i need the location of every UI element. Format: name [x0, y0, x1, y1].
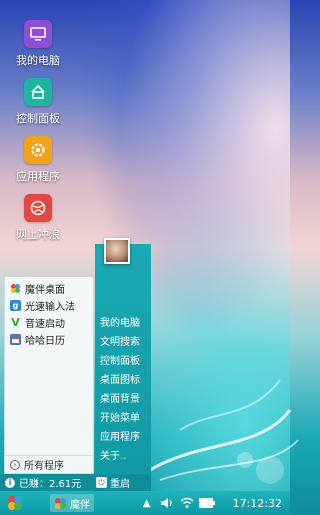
taskbar-item-moban[interactable]: 魔伴 — [50, 494, 94, 512]
arrow-right-icon: › — [10, 459, 20, 470]
battery-icon[interactable] — [197, 491, 217, 515]
v-check-icon: V — [11, 316, 20, 329]
start-logo-icon — [8, 496, 22, 510]
control-panel-icon — [24, 78, 52, 106]
calendar-icon — [10, 334, 21, 345]
g-input-icon: g — [10, 300, 21, 311]
desktop-icon-my-computer[interactable]: 我的电脑 — [8, 20, 68, 68]
start-menu-footer: i 已赚：2.61元 ⏻ 重启 — [0, 474, 151, 491]
desktop-icon-control-panel[interactable]: 控制面板 — [8, 78, 68, 126]
earnings[interactable]: i 已赚：2.61元 — [0, 475, 96, 490]
globe-icon — [24, 194, 52, 222]
app-label: 光速输入法 — [25, 302, 75, 313]
info-icon: i — [5, 477, 15, 488]
pinwheel-icon — [55, 497, 66, 509]
list-item-input-method[interactable]: g 光速输入法 — [5, 297, 93, 314]
quick-links: 我的电脑 文明搜索 控制面板 桌面图标 桌面背景 开始菜单 应用程序 关于.. — [100, 314, 140, 466]
restart-button[interactable]: ⏻ 重启 — [96, 475, 130, 490]
earnings-label: 已赚：2.61元 — [19, 479, 82, 490]
list-item-mobanzhuomian[interactable]: 魔伴桌面 — [5, 280, 93, 297]
start-menu: 我的电脑 文明搜索 控制面板 桌面图标 桌面背景 开始菜单 应用程序 关于.. … — [0, 238, 151, 491]
wallpaper-swirl — [149, 379, 299, 484]
quick-link-my-computer[interactable]: 我的电脑 — [100, 314, 140, 333]
desktop-icon-applications[interactable]: 应用程序 — [8, 136, 68, 184]
power-icon: ⏻ — [96, 477, 107, 488]
app-label: 哈哈日历 — [25, 336, 65, 347]
volume-icon[interactable] — [157, 491, 177, 515]
app-label: 音速启动 — [25, 319, 65, 330]
system-tray: ▲ 17:12:32 — [137, 491, 290, 515]
list-item-calendar[interactable]: 哈哈日历 — [5, 331, 93, 348]
desktop-icon-label: 控制面板 — [16, 112, 60, 125]
desktop-icon-label: 我的电脑 — [16, 54, 60, 67]
quick-link-desktop-background[interactable]: 桌面背景 — [100, 390, 140, 409]
taskbar-item-label: 魔伴 — [70, 499, 90, 511]
all-programs-button[interactable]: › 所有程序 — [5, 455, 93, 473]
quick-link-start-menu[interactable]: 开始菜单 — [100, 409, 140, 428]
clock[interactable]: 17:12:32 — [217, 497, 290, 510]
pinwheel-icon — [10, 283, 21, 294]
gear-icon — [24, 136, 52, 164]
desktop-icon-label: 网上冲浪 — [16, 228, 60, 241]
wifi-icon[interactable] — [177, 491, 197, 515]
start-menu-right-panel: 我的电脑 文明搜索 控制面板 桌面图标 桌面背景 开始菜单 应用程序 关于.. — [95, 238, 151, 474]
quick-link-search[interactable]: 文明搜索 — [100, 333, 140, 352]
app-label: 魔伴桌面 — [25, 285, 65, 296]
desktop-icon-internet[interactable]: 网上冲浪 — [8, 194, 68, 242]
restart-label: 重启 — [110, 479, 130, 490]
all-programs-label: 所有程序 — [24, 461, 64, 472]
avatar[interactable] — [104, 238, 130, 264]
monitor-icon — [24, 20, 52, 48]
quick-link-desktop-icons[interactable]: 桌面图标 — [100, 371, 140, 390]
start-button[interactable] — [0, 491, 30, 515]
quick-link-about[interactable]: 关于.. — [100, 447, 140, 466]
quick-link-control-panel[interactable]: 控制面板 — [100, 352, 140, 371]
start-menu-app-list: 魔伴桌面 g 光速输入法 V 音速启动 哈哈日历 › 所有程序 — [4, 276, 94, 474]
quick-link-applications[interactable]: 应用程序 — [100, 428, 140, 447]
desktop-icon-label: 应用程序 — [16, 170, 60, 183]
tray-expand-icon[interactable]: ▲ — [137, 491, 157, 515]
taskbar: 魔伴 ▲ 17:12:32 — [0, 491, 290, 515]
list-item-quick-launch[interactable]: V 音速启动 — [5, 314, 93, 331]
